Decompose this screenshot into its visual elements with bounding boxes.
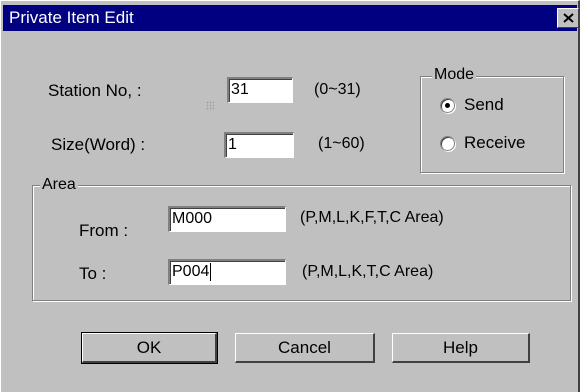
station-no-input[interactable]: 31 [227,77,293,103]
size-value: 1 [228,136,237,153]
close-button[interactable] [557,8,579,28]
help-button[interactable]: Help [392,333,530,363]
area-from-label: From : [79,221,129,240]
text-caret [210,262,212,281]
area-from-input[interactable]: M000 [168,206,286,232]
window-title: Private Item Edit [9,8,134,27]
mode-send-radio[interactable]: Send [440,95,504,115]
radio-unselected-icon [440,135,455,151]
station-no-label: Station No, : [48,81,142,100]
station-no-range: (0~31) [314,81,361,98]
size-label: Size(Word) : [51,135,146,154]
title-bar[interactable]: Private Item Edit [3,5,579,31]
area-group-title: Area [40,176,78,194]
cancel-button[interactable]: Cancel [235,333,375,363]
size-range: (1~60) [318,135,365,152]
station-no-value: 31 [231,81,249,98]
area-from-hint: (P,M,L,K,F,T,C Area) [300,209,444,226]
area-to-input[interactable]: P004 [168,259,286,285]
area-from-value: M000 [172,210,213,227]
dither-artifact [206,101,214,111]
radio-selected-icon [440,97,455,113]
size-input[interactable]: 1 [224,132,294,158]
area-group: Area From : M000 (P,M,L,K,F,T,C Area) To… [32,176,571,301]
mode-group: Mode Send Receive [420,66,564,173]
ok-button[interactable]: OK [81,332,218,364]
mode-send-label: Send [464,95,504,114]
mode-receive-radio[interactable]: Receive [440,133,525,153]
mode-group-title: Mode [432,66,477,84]
area-to-label: To : [79,264,107,283]
mode-receive-label: Receive [464,133,526,152]
close-icon [563,13,574,23]
private-item-edit-dialog: Private Item Edit Station No, : 31 (0~31… [0,0,580,392]
area-to-hint: (P,M,L,K,T,C Area) [302,263,434,280]
area-to-value: P004 [172,263,210,280]
